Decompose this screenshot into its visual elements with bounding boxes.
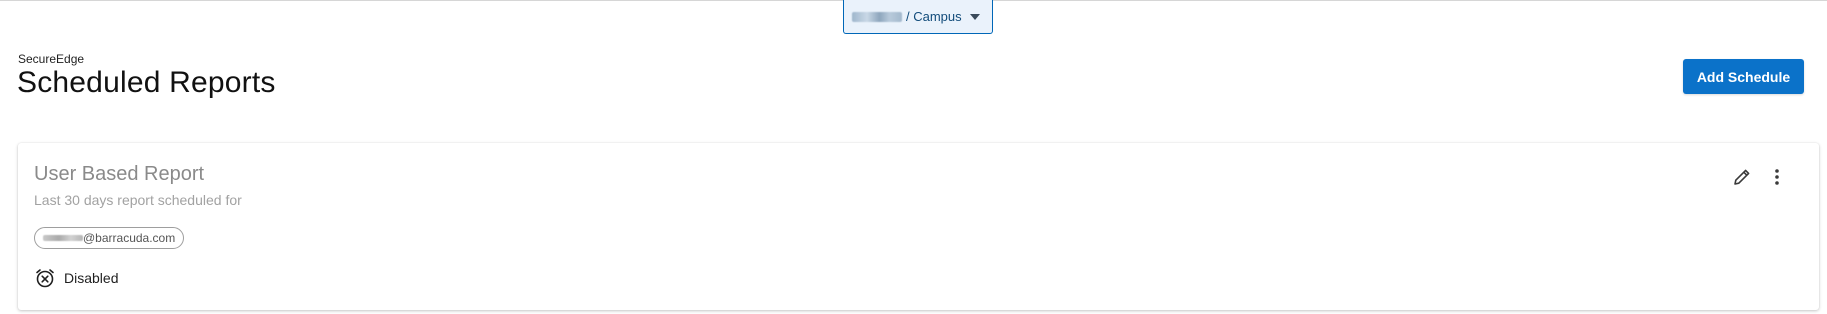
page-title: Scheduled Reports bbox=[17, 66, 276, 99]
tenant-name-redacted bbox=[852, 11, 902, 22]
report-subtitle: Last 30 days report scheduled for bbox=[34, 192, 242, 208]
chevron-down-icon bbox=[970, 13, 980, 20]
more-vertical-icon bbox=[1763, 166, 1791, 188]
recipient-email-domain: @barracuda.com bbox=[83, 231, 176, 245]
email-user-redacted bbox=[43, 235, 83, 241]
add-schedule-button[interactable]: Add Schedule bbox=[1683, 59, 1804, 94]
report-card: User Based Report Last 30 days report sc… bbox=[18, 143, 1819, 310]
report-title: User Based Report bbox=[34, 163, 205, 185]
edit-report-button[interactable] bbox=[1728, 163, 1756, 191]
pencil-icon bbox=[1728, 166, 1756, 188]
tenant-selector-label: / Campus bbox=[906, 9, 962, 24]
tenant-selector[interactable]: / Campus bbox=[843, 0, 993, 34]
alarm-off-icon bbox=[34, 267, 56, 289]
schedule-status: Disabled bbox=[34, 267, 118, 289]
app-name: SecureEdge bbox=[18, 52, 85, 66]
more-options-button[interactable] bbox=[1763, 163, 1791, 191]
recipient-chip: @barracuda.com bbox=[34, 227, 185, 249]
status-label: Disabled bbox=[64, 270, 119, 286]
